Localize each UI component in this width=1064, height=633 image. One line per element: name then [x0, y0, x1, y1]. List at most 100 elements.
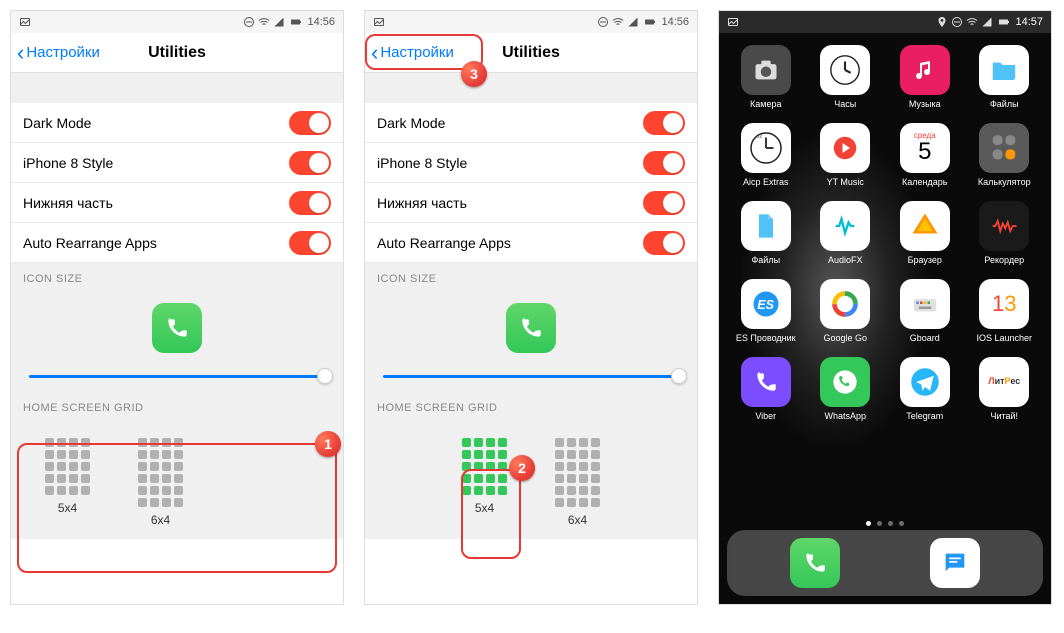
toggle-dock[interactable]	[289, 191, 331, 215]
toggle-iphone8[interactable]	[289, 151, 331, 175]
app-aicp-extras[interactable]: 12Aicp Extras	[729, 123, 803, 187]
wifi-icon	[966, 16, 978, 28]
app-icon	[900, 45, 950, 95]
toggle-dark-mode[interactable]	[289, 111, 331, 135]
app-label: Google Go	[823, 333, 867, 343]
app-google-go[interactable]: Google Go	[809, 279, 883, 343]
status-bar: 14:57	[719, 11, 1051, 33]
grid-option-6x4[interactable]: 6x4	[134, 434, 187, 531]
status-bar: 14:56	[11, 11, 343, 33]
grid-option-5x4[interactable]: 5x4	[41, 434, 94, 531]
grid-preview	[138, 438, 183, 507]
dock-phone-app[interactable]	[790, 538, 840, 588]
back-label: Настройки	[380, 44, 454, 61]
app-label: Telegram	[906, 411, 943, 421]
grid-preview	[555, 438, 600, 507]
wifi-icon	[612, 16, 624, 28]
back-button[interactable]: ‹ Настройки	[17, 42, 100, 64]
row-dark-mode: Dark Mode	[365, 103, 697, 143]
messages-icon	[941, 549, 969, 577]
app-icon	[979, 201, 1029, 251]
grid-label: 5x4	[45, 501, 90, 515]
row-label: iPhone 8 Style	[23, 155, 113, 171]
app-icon: 12	[741, 123, 791, 173]
row-iphone8: iPhone 8 Style	[11, 143, 343, 183]
toggle-iphone8[interactable]	[643, 151, 685, 175]
row-label: Нижняя часть	[377, 195, 467, 211]
app-музыка[interactable]: Музыка	[888, 45, 962, 109]
back-label: Настройки	[26, 44, 100, 61]
dnd-icon	[597, 16, 609, 28]
app-часы[interactable]: Часы	[809, 45, 883, 109]
toggle-rearrange[interactable]	[643, 231, 685, 255]
app-label: Калькулятор	[978, 177, 1031, 187]
app-label: Файлы	[990, 99, 1019, 109]
app-label: ES Проводник	[736, 333, 796, 343]
icon-size-slider[interactable]	[11, 361, 343, 392]
app-браузер[interactable]: Браузер	[888, 201, 962, 265]
phone-screen-3: 14:57 КамераЧасыМузыка Файлы 12Aicp Extras…	[718, 10, 1052, 605]
status-bar: 14:56	[365, 11, 697, 33]
section-home-grid: HOME SCREEN GRID	[11, 392, 343, 424]
status-time: 14:56	[661, 16, 689, 28]
app-icon	[820, 357, 870, 407]
wifi-icon	[258, 16, 270, 28]
toggle-rearrange[interactable]	[289, 231, 331, 255]
app-audiofx[interactable]: AudioFX	[809, 201, 883, 265]
battery-icon	[642, 16, 658, 28]
home-screen[interactable]: КамераЧасыМузыка Файлы 12Aicp ExtrasYT Mus…	[719, 33, 1051, 604]
slider-thumb[interactable]	[317, 368, 333, 384]
app-icon: 13	[979, 279, 1029, 329]
row-label: Auto Rearrange Apps	[377, 235, 511, 251]
app-yt-music[interactable]: YT Music	[809, 123, 883, 187]
badge-3: 3	[461, 61, 487, 87]
chevron-left-icon: ‹	[17, 42, 24, 64]
app-icon	[979, 123, 1029, 173]
app-whatsapp[interactable]: WhatsApp	[809, 357, 883, 421]
app-icon	[820, 123, 870, 173]
signal-icon	[627, 16, 639, 28]
app-календарь[interactable]: среда5Календарь	[888, 123, 962, 187]
icon-size-slider[interactable]	[365, 361, 697, 392]
nav-bar: ‹ Настройки Utilities	[11, 33, 343, 73]
app-камера[interactable]: Камера	[729, 45, 803, 109]
app-файлы[interactable]: Файлы	[968, 45, 1042, 109]
phone-screen-2: 14:56 ‹ Настройки Utilities Dark Mode iP…	[364, 10, 698, 605]
app-es-проводник[interactable]: ESES Проводник	[729, 279, 803, 343]
app-ios-launcher[interactable]: 13IOS Launcher	[968, 279, 1042, 343]
toggle-dock[interactable]	[643, 191, 685, 215]
grid-label: 6x4	[138, 513, 183, 527]
grid-option-6x4[interactable]: 6x4	[551, 434, 604, 531]
app-gboard[interactable]: Gboard	[888, 279, 962, 343]
app-telegram[interactable]: Telegram	[888, 357, 962, 421]
slider-thumb[interactable]	[671, 368, 687, 384]
phone-icon	[164, 315, 190, 341]
row-label: iPhone 8 Style	[377, 155, 467, 171]
status-time: 14:57	[1015, 16, 1043, 28]
toggle-dark-mode[interactable]	[643, 111, 685, 135]
grid-option-5x4[interactable]: 5x4	[458, 434, 511, 531]
dock-messages-app[interactable]	[930, 538, 980, 588]
badge-1: 1	[315, 431, 341, 457]
app-icon	[979, 45, 1029, 95]
app-label: Браузер	[908, 255, 942, 265]
app-viber[interactable]: Viber	[729, 357, 803, 421]
app-icon	[741, 357, 791, 407]
app-icon: ЛитРес	[979, 357, 1029, 407]
app-рекордер[interactable]: Рекордер	[968, 201, 1042, 265]
app-label: AudioFX	[828, 255, 863, 265]
page-indicator	[719, 521, 1051, 526]
app-читай![interactable]: ЛитРесЧитай!	[968, 357, 1042, 421]
back-button[interactable]: ‹ Настройки	[371, 42, 454, 64]
battery-icon	[288, 16, 304, 28]
app-файлы[interactable]: Файлы	[729, 201, 803, 265]
row-iphone8: iPhone 8 Style	[365, 143, 697, 183]
row-label: Auto Rearrange Apps	[23, 235, 157, 251]
app-калькулятор[interactable]: Калькулятор	[968, 123, 1042, 187]
app-label: Рекордер	[984, 255, 1024, 265]
app-label: Календарь	[902, 177, 947, 187]
section-icon-size: ICON SIZE	[365, 263, 697, 295]
row-dock: Нижняя часть	[11, 183, 343, 223]
app-icon	[900, 201, 950, 251]
app-icon	[900, 279, 950, 329]
